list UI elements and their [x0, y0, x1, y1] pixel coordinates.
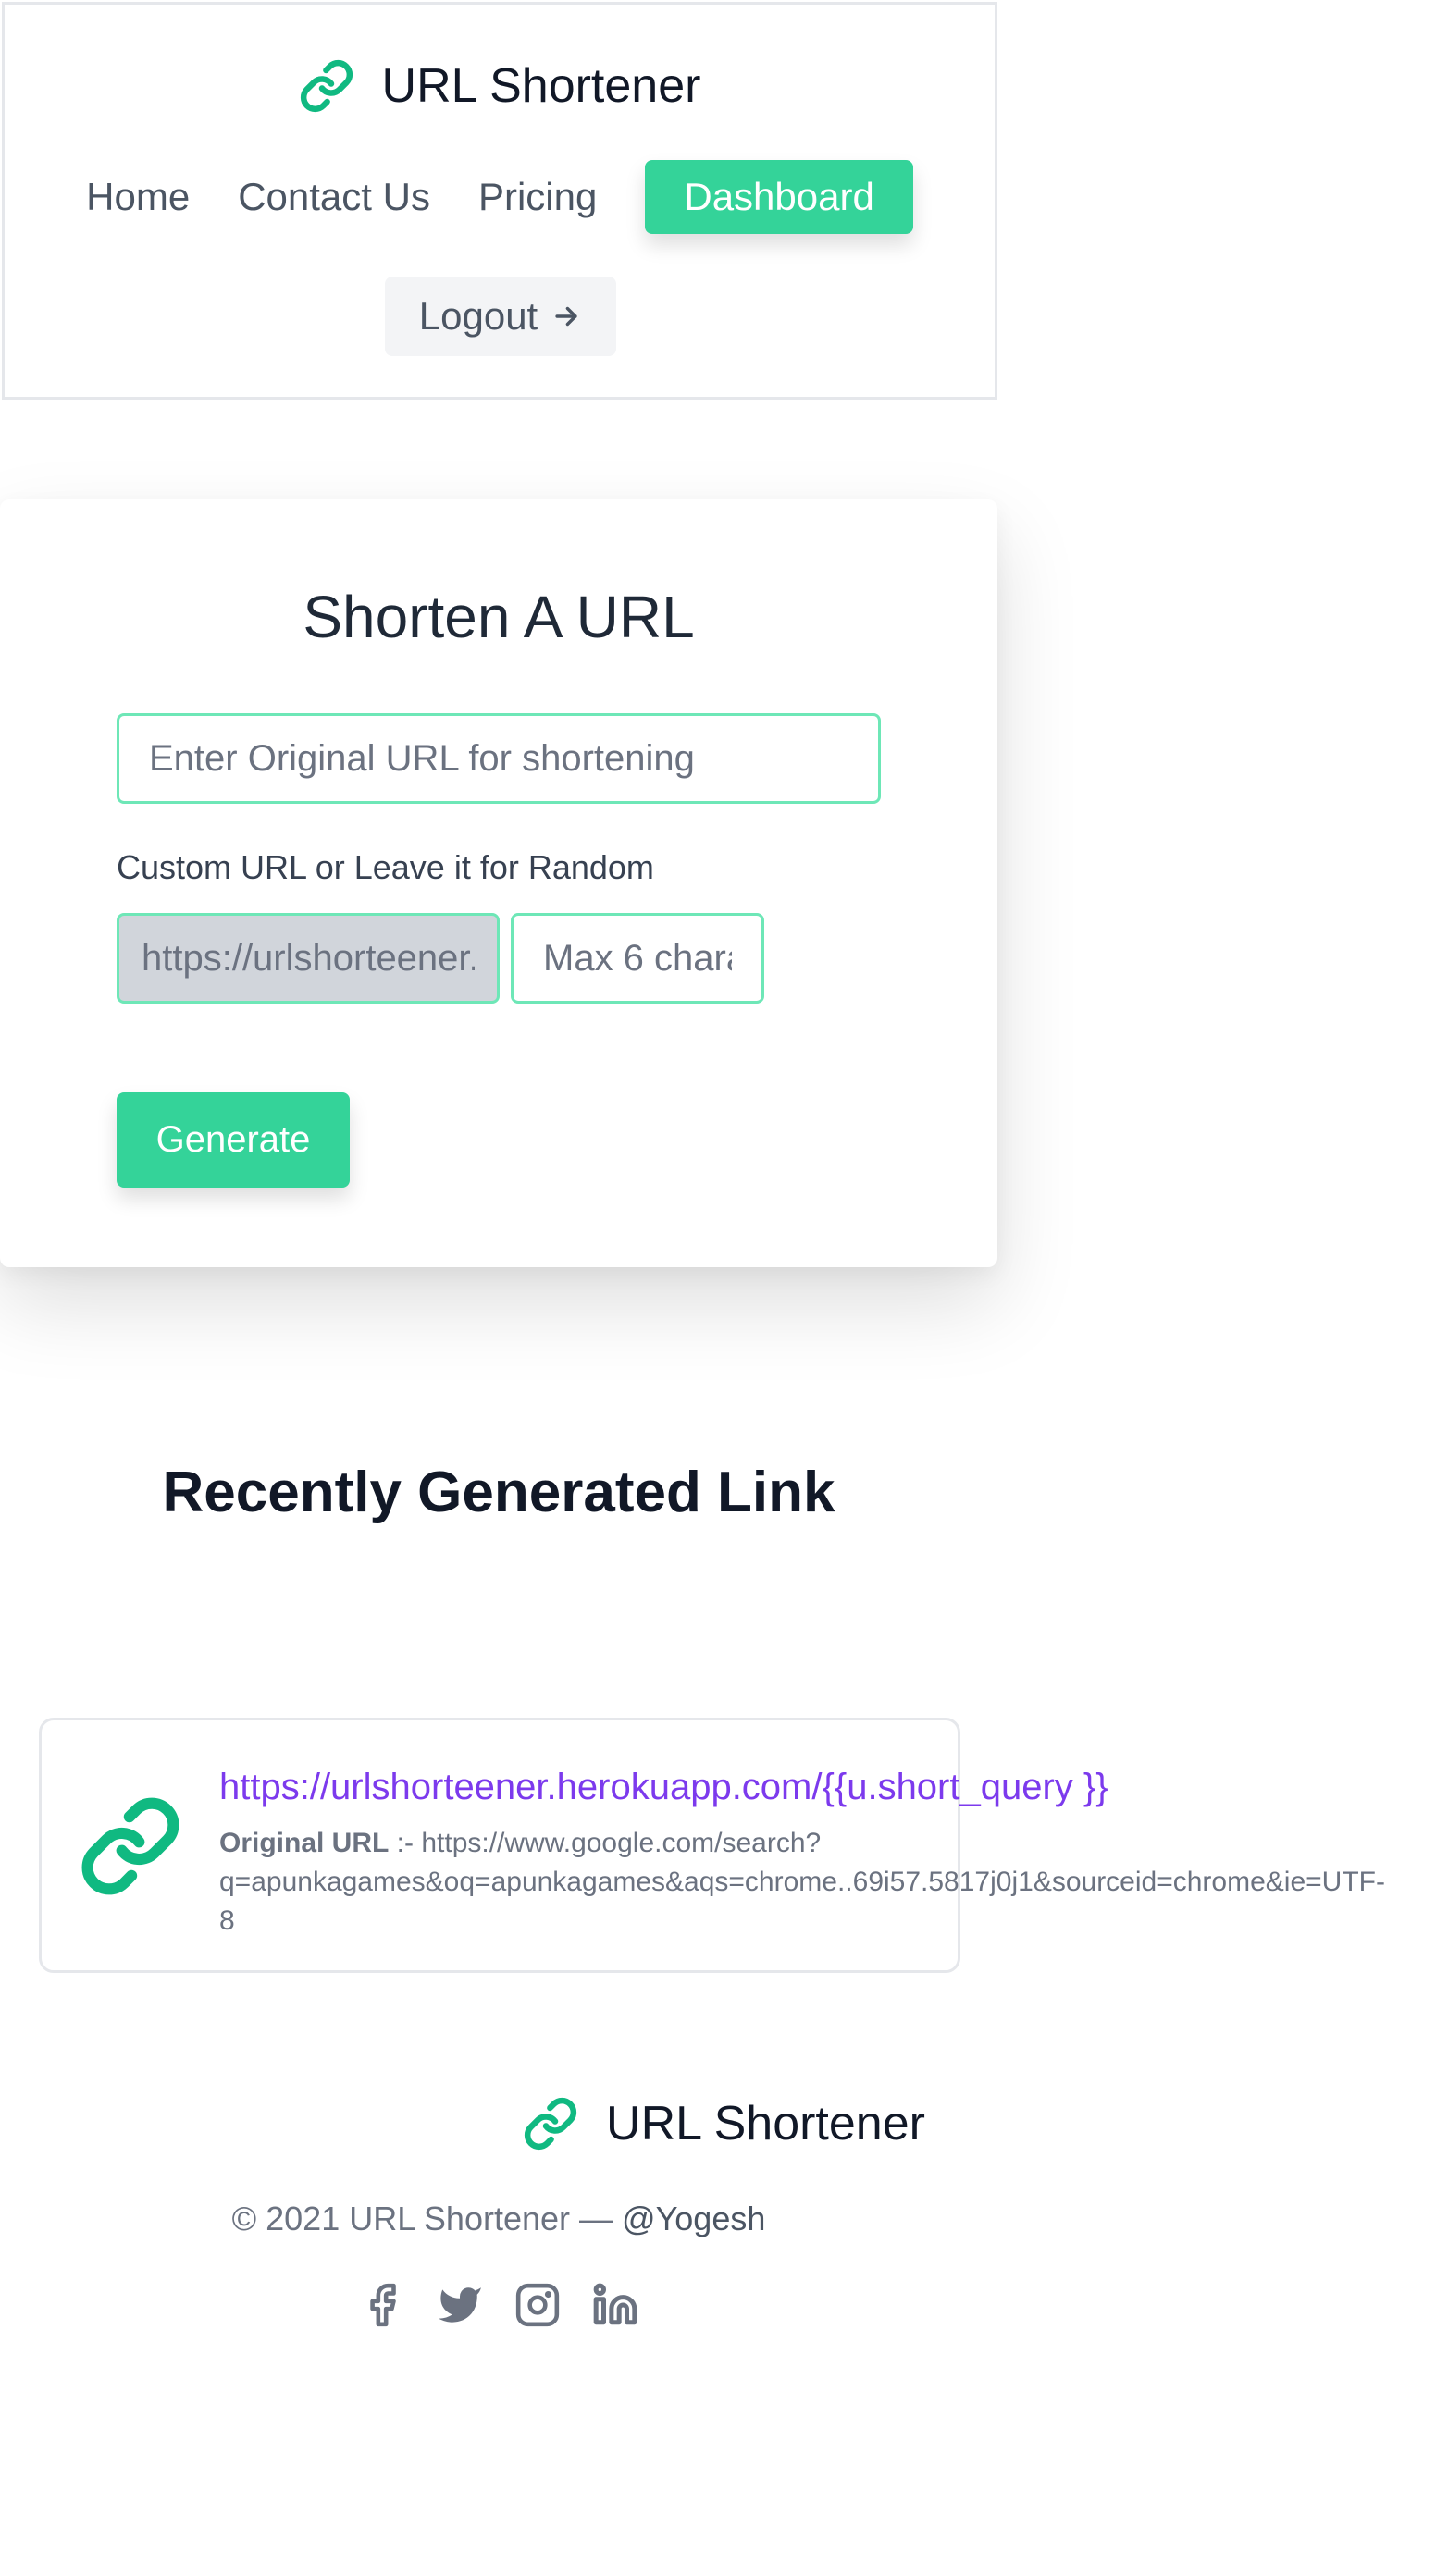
dashboard-button[interactable]: Dashboard [645, 160, 913, 234]
nav-pricing-link[interactable]: Pricing [478, 175, 597, 219]
linkedin-icon[interactable] [592, 2282, 638, 2328]
nav-home-link[interactable]: Home [86, 175, 190, 219]
original-url-label: Original URL [219, 1828, 390, 1858]
footer-brand[interactable]: URL Shortener [0, 2096, 1448, 2151]
logout-label: Logout [418, 294, 538, 338]
original-url-input[interactable] [117, 713, 881, 804]
social-links [0, 2282, 997, 2328]
facebook-icon[interactable] [359, 2282, 405, 2328]
original-url-part-3: 8 [219, 1905, 235, 1936]
shorten-form-card: Shorten A URL Custom URL or Leave it for… [0, 499, 997, 1267]
url-prefix-field [117, 913, 500, 1004]
original-url-separator: :- [389, 1828, 422, 1858]
original-url-line-1: Original URL :- https://www.google.com/s… [219, 1824, 1448, 1863]
brand-name: URL Shortener [381, 59, 701, 113]
recent-link-card: https://urlshorteener.herokuapp.com/{{u.… [39, 1718, 1385, 1973]
footer-brand-name: URL Shortener [606, 2097, 925, 2151]
custom-code-input[interactable] [511, 913, 764, 1004]
copyright-text: © 2021 URL Shortener — @Yogesh [0, 2200, 997, 2238]
site-header: URL Shortener Home Contact Us Pricing Da… [2, 2, 997, 400]
nav-contact-link[interactable]: Contact Us [238, 175, 430, 219]
link-icon [299, 58, 354, 114]
form-title: Shorten A URL [303, 584, 695, 650]
author-handle-link[interactable]: @Yogesh [622, 2200, 765, 2237]
twitter-icon[interactable] [437, 2282, 483, 2328]
link-icon [79, 1794, 182, 1898]
header-brand[interactable]: URL Shortener [5, 58, 995, 114]
recent-links-heading: Recently Generated Link [162, 1461, 835, 1524]
copyright-label: © 2021 URL Shortener — [231, 2200, 613, 2237]
main-nav: Home Contact Us Pricing Dashboard [5, 160, 995, 234]
generate-button[interactable]: Generate [117, 1092, 350, 1188]
original-url-part-1: https://www.google.com/search? [421, 1828, 822, 1858]
instagram-icon[interactable] [514, 2282, 561, 2328]
original-url-text: Original URL :- https://www.google.com/s… [219, 1824, 1448, 1941]
custom-url-label: Custom URL or Leave it for Random [117, 848, 654, 886]
arrow-right-icon [551, 301, 582, 332]
link-icon [523, 2096, 578, 2151]
short-url-link[interactable]: https://urlshorteener.herokuapp.com/{{u.… [219, 1767, 1108, 1808]
logout-button[interactable]: Logout [385, 277, 616, 356]
original-url-part-2: q=apunkagames&oq=apunkagames&aqs=chrome.… [219, 1867, 1385, 1897]
